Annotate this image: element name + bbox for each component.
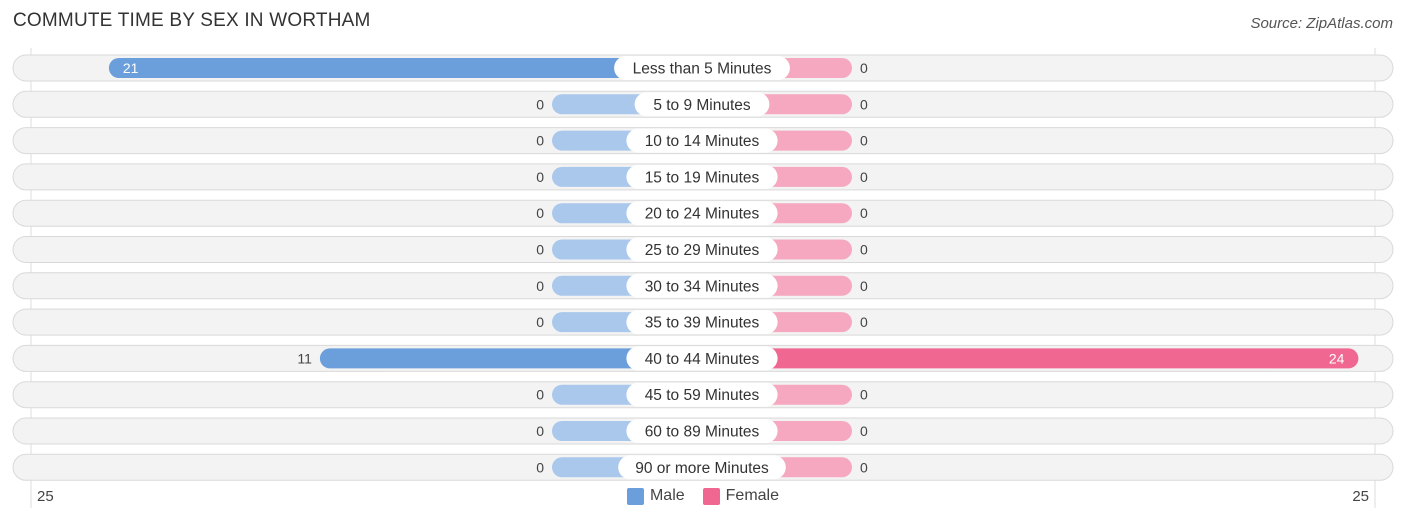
female-value-label: 24 — [1329, 350, 1345, 366]
male-value-label: 0 — [536, 278, 544, 294]
female-swatch — [702, 487, 720, 505]
male-value-label: 0 — [536, 242, 544, 258]
category-label: 5 to 9 Minutes — [653, 97, 751, 114]
category-label: 45 to 59 Minutes — [645, 387, 760, 404]
male-value-label: 0 — [536, 96, 544, 112]
category-label: 20 to 24 Minutes — [645, 206, 760, 223]
female-value-label: 0 — [860, 96, 868, 112]
female-value-label: 0 — [860, 205, 868, 221]
female-value-label: 0 — [860, 278, 868, 294]
female-value-label: 0 — [860, 459, 868, 475]
male-value-label: 21 — [123, 60, 139, 76]
category-label: 35 to 39 Minutes — [645, 315, 760, 332]
female-value-label: 0 — [860, 133, 868, 149]
male-value-label: 0 — [536, 205, 544, 221]
category-label: 60 to 89 Minutes — [645, 424, 760, 441]
male-value-label: 0 — [536, 387, 544, 403]
male-value-label: 0 — [536, 314, 544, 330]
female-value-label: 0 — [860, 314, 868, 330]
category-label: 25 to 29 Minutes — [645, 242, 760, 259]
male-bar — [108, 58, 702, 78]
legend-label-female: Female — [725, 487, 780, 504]
category-label: Less than 5 Minutes — [633, 61, 772, 78]
legend-label-male: Male — [649, 487, 685, 504]
legend-item-female: Female — [702, 487, 780, 505]
female-value-label: 0 — [860, 242, 868, 258]
legend: Male Female — [0, 487, 1406, 505]
male-value-label: 0 — [536, 459, 544, 475]
female-value-label: 0 — [860, 387, 868, 403]
male-swatch — [626, 487, 644, 505]
male-value-label: 0 — [536, 133, 544, 149]
female-value-label: 0 — [860, 423, 868, 439]
male-value-label: 11 — [297, 350, 312, 366]
category-label: 10 to 14 Minutes — [645, 133, 760, 150]
female-bar — [702, 348, 1359, 369]
category-label: 15 to 19 Minutes — [645, 169, 760, 186]
female-value-label: 0 — [860, 60, 868, 76]
legend-item-male: Male — [626, 487, 685, 505]
category-label: 40 to 44 Minutes — [645, 351, 760, 368]
category-label: 30 to 34 Minutes — [645, 278, 760, 295]
male-value-label: 0 — [536, 423, 544, 439]
chart-area: Less than 5 Minutes 21 0 5 to 9 Minutes 0 0 10… — [12, 48, 1394, 508]
male-value-label: 0 — [536, 169, 544, 185]
female-value-label: 0 — [860, 169, 868, 185]
category-label: 90 or more Minutes — [635, 460, 769, 477]
